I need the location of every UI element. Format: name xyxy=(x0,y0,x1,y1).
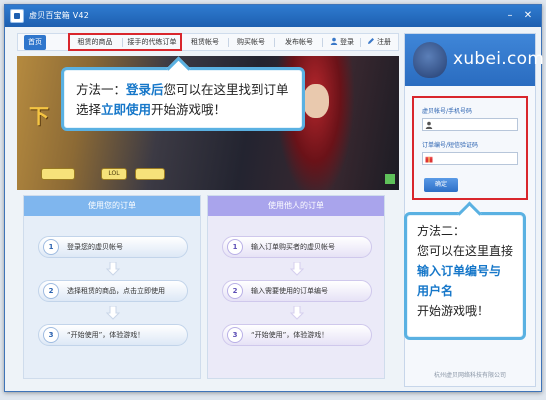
tab-login-label: 登录 xyxy=(340,38,354,46)
step-item: 1 登录您的虚贝帐号 xyxy=(38,236,188,258)
panel-own-order: 使用您的订单 1 登录您的虚贝帐号 2 选择租赁的商品，点击立即使用 3 “开始… xyxy=(23,195,201,379)
order-label: 订单编号/短信验证码 xyxy=(422,142,479,149)
step-item: 2 选择租赁的商品，点击立即使用 xyxy=(38,280,188,302)
step-number: 3 xyxy=(227,327,243,343)
callout-highlight: 输入订单编号与 xyxy=(417,264,502,278)
company-footer: 杭州虚贝网络科技有限公司 xyxy=(433,372,506,379)
arrow-down-icon xyxy=(290,262,304,276)
banner-headline: 下 xyxy=(29,104,49,128)
step-text: 输入订单购买者的虚贝帐号 xyxy=(251,243,335,251)
tab-buy-account[interactable]: 购买帐号 xyxy=(232,35,270,50)
app-window: 虚贝百宝箱 V42 – ✕ 首页 租赁的商品 接手的代练订单 租赁帐号 购买帐号… xyxy=(4,4,544,392)
step-number: 2 xyxy=(227,283,243,299)
banner-badge xyxy=(41,168,75,180)
tab-register-label: 注册 xyxy=(377,38,391,46)
callout-text: 开始游戏哦！ xyxy=(417,304,490,318)
tab-rent-account[interactable]: 租赁帐号 xyxy=(186,35,224,50)
banner-badge: LOL xyxy=(101,168,127,180)
login-form-highlight: 虚贝帐号/手机号码 订单编号/短信验证码 确定 xyxy=(412,96,528,200)
step-item: 3 “开始使用”，体验游戏！ xyxy=(222,324,372,346)
tab-home[interactable]: 首页 xyxy=(24,35,46,50)
banner-indicator xyxy=(385,174,395,184)
order-input[interactable] xyxy=(422,152,518,165)
tab-divider xyxy=(228,38,229,47)
tab-divider xyxy=(322,38,323,47)
close-icon[interactable]: ✕ xyxy=(521,9,535,23)
minimize-icon[interactable]: – xyxy=(503,9,517,23)
step-text: 输入需要使用的订单编号 xyxy=(251,287,328,295)
callout-highlight: 登录后 xyxy=(126,82,164,97)
callout-text: 开始游戏哦！ xyxy=(151,102,227,117)
tab-login[interactable]: 登录 xyxy=(326,35,358,50)
step-number: 2 xyxy=(43,283,59,299)
callout-text: 方法一： xyxy=(76,82,127,97)
nav-tabs: 首页 租赁的商品 接手的代练订单 租赁帐号 购买帐号 发布帐号 登录 注册 xyxy=(17,33,399,51)
callout-text: 方法二： xyxy=(417,224,466,238)
step-number: 1 xyxy=(227,239,243,255)
callout-text: 您可以在这里直接 xyxy=(417,244,514,258)
step-item: 2 输入需要使用的订单编号 xyxy=(222,280,372,302)
step-number: 3 xyxy=(43,327,59,343)
panel-others-order-title: 使用他人的订单 xyxy=(208,196,384,216)
brand-logo-text: xubei.com xyxy=(453,49,545,69)
callout-highlight: 立即使用 xyxy=(101,102,152,117)
callout-text: 您可以在这里找到订单 xyxy=(163,82,289,97)
tab-divider xyxy=(360,38,361,47)
tab-publish-account[interactable]: 发布帐号 xyxy=(280,35,318,50)
step-text: 选择租赁的商品，点击立即使用 xyxy=(67,287,165,295)
tab-divider xyxy=(274,38,275,47)
login-sidebar: xubei.com 虚贝帐号/手机号码 订单编号/短信验证码 确定 方法二： 您… xyxy=(404,33,544,387)
step-text: “开始使用”，体验游戏！ xyxy=(251,331,329,339)
callout-method-one: 方法一：登录后您可以在这里找到订单 选择立即使用开始游戏哦！ xyxy=(61,67,305,131)
confirm-button[interactable]: 确定 xyxy=(424,178,458,192)
step-text: 登录您的虚贝帐号 xyxy=(67,243,123,251)
brand-header: xubei.com xyxy=(405,34,544,86)
callout-method-two: 方法二： 您可以在这里直接 输入订单编号与 用户名 开始游戏哦！ xyxy=(404,212,526,340)
title-bar: 虚贝百宝箱 V42 – ✕ xyxy=(5,5,541,27)
callout-text: 选择 xyxy=(76,102,102,117)
account-label: 虚贝帐号/手机号码 xyxy=(422,108,473,115)
tab-register[interactable]: 注册 xyxy=(363,35,395,50)
step-number: 1 xyxy=(43,239,59,255)
callout-line: 方法一：登录后您可以在这里找到订单 xyxy=(76,80,290,100)
window-title: 虚贝百宝箱 V42 xyxy=(29,11,89,20)
banner-badge xyxy=(135,168,165,180)
tabs-highlight-box xyxy=(68,33,182,51)
app-logo-icon xyxy=(10,9,24,23)
user-icon xyxy=(425,121,433,129)
step-item: 3 “开始使用”，体验游戏！ xyxy=(38,324,188,346)
panel-others-order: 使用他人的订单 1 输入订单购买者的虚贝帐号 2 输入需要使用的订单编号 3 “… xyxy=(207,195,385,379)
arrow-down-icon xyxy=(106,262,120,276)
step-text: “开始使用”，体验游戏！ xyxy=(67,331,145,339)
account-input[interactable] xyxy=(422,118,518,131)
arrow-down-icon xyxy=(290,306,304,320)
panel-own-order-title: 使用您的订单 xyxy=(24,196,200,216)
arrow-down-icon xyxy=(106,306,120,320)
banner-character-face xyxy=(303,84,329,118)
money-bag-logo-icon xyxy=(413,42,447,78)
edit-icon xyxy=(368,38,374,44)
gift-icon xyxy=(425,156,433,163)
callout-line: 选择立即使用开始游戏哦！ xyxy=(76,100,290,120)
callout-highlight: 用户名 xyxy=(417,284,454,298)
step-item: 1 输入订单购买者的虚贝帐号 xyxy=(222,236,372,258)
user-icon xyxy=(330,37,338,45)
